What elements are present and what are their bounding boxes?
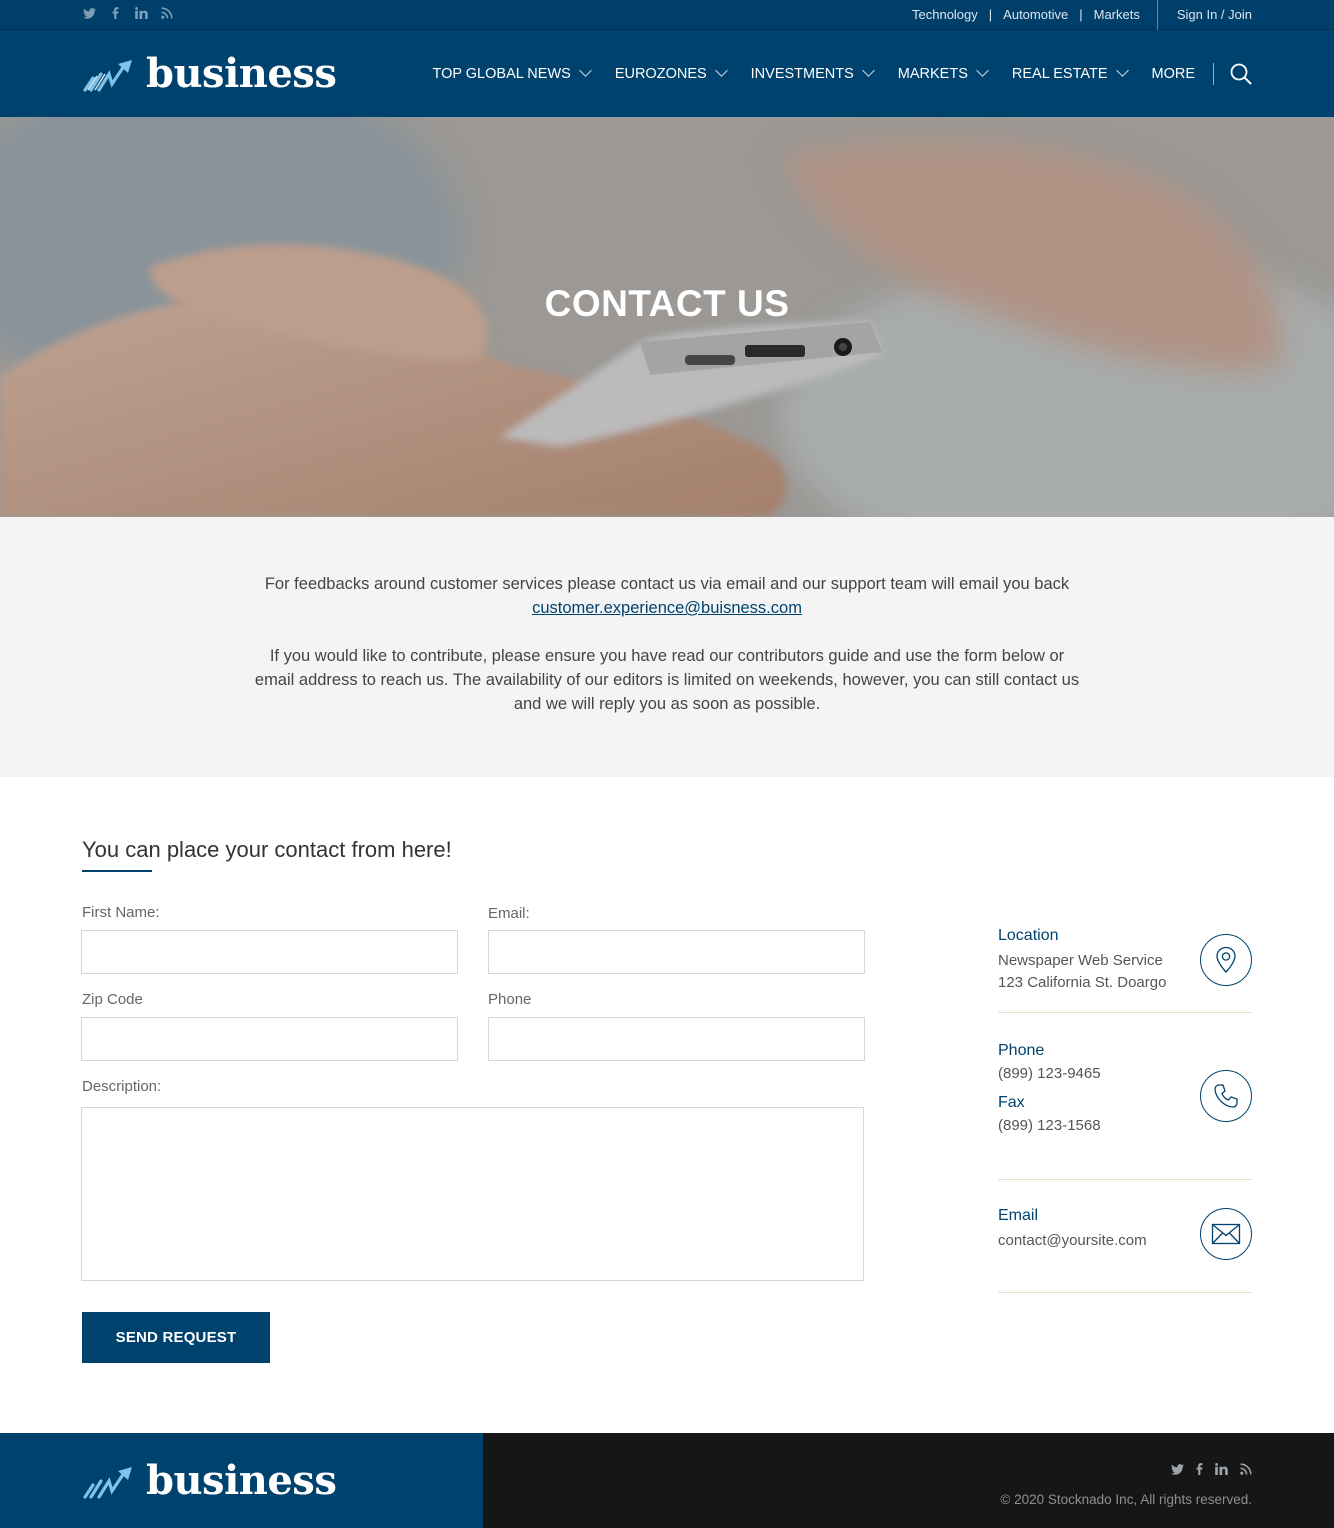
copyright-text: © 2020 Stocknado Inc, All rights reserve… [1000,1492,1252,1507]
linkedin-icon[interactable] [1215,1463,1228,1478]
email-block: Email contact@yoursite.com [998,1207,1252,1287]
toplink-technology[interactable]: Technology [901,7,989,22]
footer-bar: © 2020 Stocknado Inc, All rights reserve… [483,1433,1334,1528]
send-request-button[interactable]: SEND REQUEST [82,1312,270,1363]
chevron-down-icon [578,64,592,77]
main-nav: TOP GLOBAL NEWS EUROZONES INVESTMENTS MA… [407,62,1252,85]
zip-code-input[interactable] [81,1017,458,1061]
site-footer: business © 2020 Stocknado Inc, All right… [0,1433,1334,1528]
facebook-icon[interactable] [1196,1463,1203,1478]
signin-link[interactable]: Sign In / Join [1156,0,1252,30]
facebook-icon[interactable] [108,7,122,22]
phone-block: Phone (899) 123-9465 Fax (899) 123-1568 [998,1042,1252,1152]
nav-real-estate[interactable]: REAL ESTATE [1011,64,1129,82]
email-input[interactable] [488,930,865,974]
info-divider [998,1179,1252,1180]
first-name-label: First Name: [82,904,160,921]
site-logo[interactable]: business [82,50,337,97]
logo-wordmark: business [146,50,337,97]
top-links: Technology | Automotive | Markets Sign I… [901,0,1252,30]
footer-social-links [1171,1463,1252,1478]
rss-icon[interactable] [160,7,174,22]
intro-paragraph-contribute: If you would like to contribute, please … [254,647,1080,713]
intro-section: For feedbacks around customer services p… [0,517,1334,777]
intro-paragraph-feedback: For feedbacks around customer services p… [252,572,1082,620]
email-label: Email: [488,905,530,922]
main-header: business TOP GLOBAL NEWS EUROZONES INVES… [0,30,1334,117]
chevron-down-icon [861,64,875,77]
logo-wordmark: business [146,1457,337,1504]
map-pin-icon [1200,934,1252,986]
twitter-icon[interactable] [82,7,96,22]
nav-label: INVESTMENTS [750,65,854,82]
chevron-down-icon [1115,64,1129,77]
zip-code-label: Zip Code [82,991,143,1008]
contact-section: You can place your contact from here! Fi… [0,777,1334,1433]
description-textarea[interactable] [81,1107,864,1281]
nav-label: MARKETS [897,65,968,82]
rss-icon[interactable] [1240,1463,1252,1478]
phone-input[interactable] [488,1017,865,1061]
footer-brand: business [0,1433,483,1528]
toplink-markets[interactable]: Markets [1083,7,1151,22]
envelope-icon [1200,1208,1252,1260]
nav-investments[interactable]: INVESTMENTS [750,64,875,82]
logo-chart-icon [83,1466,132,1499]
top-bar: Technology | Automotive | Markets Sign I… [0,0,1334,30]
nav-label: EUROZONES [614,65,707,82]
logo-chart-icon [83,59,132,92]
page-title: CONTACT US [544,283,790,324]
top-social-links [82,7,174,22]
nav-top-global-news[interactable]: TOP GLOBAL NEWS [432,64,592,82]
toplink-automotive[interactable]: Automotive [992,7,1079,22]
title-underline [82,870,152,872]
nav-more[interactable]: MORE [1152,62,1214,85]
form-title: You can place your contact from here! [82,837,452,862]
phone-title: Phone [998,1042,1045,1059]
linkedin-icon[interactable] [134,7,148,22]
footer-logo[interactable]: business [82,1457,337,1504]
chevron-down-icon [714,64,728,77]
location-block: Location Newspaper Web Service 123 Calif… [998,927,1252,1007]
search-icon[interactable] [1230,63,1252,85]
info-divider [998,1012,1252,1013]
hero-banner: CONTACT US [0,117,1334,517]
twitter-icon[interactable] [1171,1463,1184,1478]
phone-label: Phone [488,991,532,1008]
first-name-input[interactable] [81,930,458,974]
description-label: Description: [82,1078,162,1095]
nav-label: TOP GLOBAL NEWS [432,65,571,82]
support-email-link[interactable]: customer.experience@buisness.com [532,599,802,617]
chevron-down-icon [976,64,989,77]
nav-label: REAL ESTATE [1011,65,1108,82]
info-divider [998,1292,1252,1293]
phone-icon [1200,1070,1252,1122]
nav-eurozones[interactable]: EUROZONES [614,64,728,82]
intro-text: For feedbacks around customer services p… [264,575,1070,593]
nav-markets[interactable]: MARKETS [897,64,989,82]
